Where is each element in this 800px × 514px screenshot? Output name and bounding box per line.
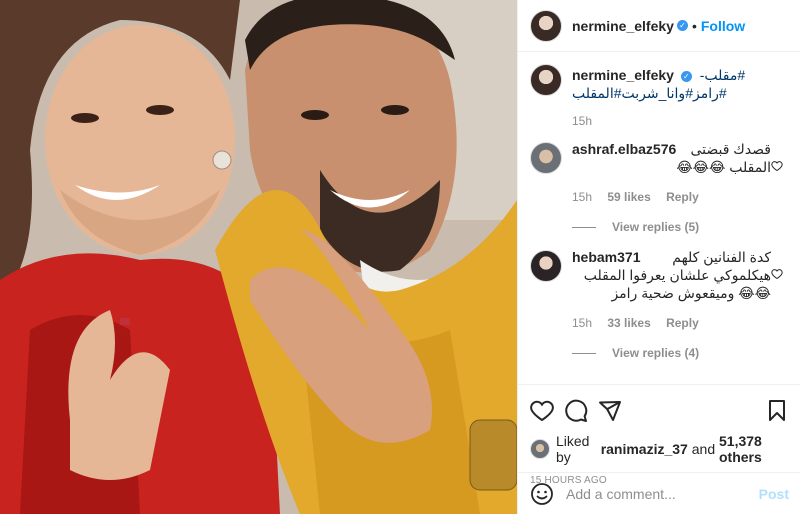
caption-hashtags[interactable]: #رامز#وانا_شربت#المقلب (572, 84, 771, 102)
likes-summary: Liked by ranimaziz_37 and 51,378 others (530, 433, 789, 465)
heart-icon[interactable] (530, 399, 554, 423)
commenter-avatar[interactable] (530, 250, 562, 282)
view-replies-label: View replies (5) (612, 220, 700, 234)
verified-badge-icon: ✓ (676, 20, 688, 31)
comment-time[interactable]: 15h (572, 190, 592, 204)
comment-likes[interactable]: 59 likes (607, 190, 650, 204)
emoji-icon[interactable] (530, 482, 554, 506)
comment-like-heart-icon[interactable] (771, 268, 783, 280)
post-photo[interactable] (0, 0, 517, 514)
comment-meta: 15h 33 likes Reply (572, 316, 771, 330)
comments-list[interactable]: nermine_elfeky ✓ -مقلب# #رامز#وانا_شربت#… (518, 62, 800, 384)
post-comment-button[interactable]: Post (759, 486, 789, 502)
caption-line: nermine_elfeky ✓ -مقلب# (572, 66, 771, 84)
comment-like-heart-icon[interactable] (771, 160, 783, 172)
commenter-username[interactable]: hebam371 (572, 249, 640, 265)
author-avatar[interactable] (530, 9, 562, 42)
caption-meta: 15h (572, 114, 771, 128)
comment-item: ashraf.elbaz576 قصدك قبضتى المقلب 😂😂😂 15… (518, 140, 800, 204)
comment-item: hebam371 كدة الفنانين كلهم هيكلموكي علشا… (518, 248, 800, 330)
comment-icon[interactable] (564, 399, 588, 423)
share-icon[interactable] (598, 399, 622, 423)
comment-head: hebam371 كدة الفنانين كلهم (572, 248, 771, 266)
caption-time[interactable]: 15h (572, 114, 592, 128)
follow-button[interactable]: Follow (701, 18, 745, 34)
view-replies-button[interactable]: View replies (4) (518, 346, 800, 360)
caption: nermine_elfeky ✓ -مقلب# #رامز#وانا_شربت#… (518, 62, 800, 128)
liker-username[interactable]: ranimaziz_37 (601, 441, 688, 457)
separator-dot: • (691, 17, 697, 34)
comment-text-line: كدة الفنانين كلهم (672, 249, 771, 265)
comment-text-line: 😂😂 وميقعوش ضحية رامز (611, 285, 771, 301)
caption-hash[interactable]: # (737, 67, 745, 83)
bookmark-icon[interactable] (765, 399, 789, 423)
add-comment-bar: Add a comment... Post (518, 472, 800, 514)
comment-meta: 15h 59 likes Reply (572, 190, 771, 204)
reply-button[interactable]: Reply (666, 190, 699, 204)
caption-hashtag-prefix[interactable]: -مقلب (700, 67, 738, 83)
caption-avatar[interactable] (530, 64, 562, 96)
replies-divider (572, 226, 596, 228)
comment-likes[interactable]: 33 likes (607, 316, 650, 330)
action-icons (530, 393, 789, 429)
caption-username[interactable]: nermine_elfeky (572, 67, 674, 83)
verified-badge-icon: ✓ (680, 70, 692, 82)
comment-text-line: المقلب 😂😂😂 (676, 159, 771, 175)
reply-button[interactable]: Reply (666, 316, 699, 330)
author-username[interactable]: nermine_elfeky (572, 18, 674, 34)
replies-divider (572, 352, 596, 354)
view-replies-label: View replies (4) (612, 346, 700, 360)
liked-by-prefix: Liked by (556, 433, 590, 465)
likes-count[interactable]: 51,378 others (719, 433, 789, 465)
post-sidebar: nermine_elfeky ✓ • Follow nermine_elfeky… (517, 0, 800, 514)
photo-illustration (0, 0, 517, 514)
commenter-avatar[interactable] (530, 142, 562, 174)
comment-text-line: هيكلموكي علشان يعرفوا المقلب (583, 267, 771, 283)
comment-input[interactable]: Add a comment... (566, 486, 759, 502)
liked-by-and: and (691, 441, 716, 457)
view-replies-button[interactable]: View replies (5) (518, 220, 800, 234)
liker-avatar[interactable] (530, 439, 550, 459)
comment-time[interactable]: 15h (572, 316, 592, 330)
post-actions: Liked by ranimaziz_37 and 51,378 others … (518, 384, 800, 486)
author-info: nermine_elfeky ✓ • Follow (572, 18, 745, 34)
comment-text-line: قصدك قبضتى (690, 141, 771, 157)
commenter-username[interactable]: ashraf.elbaz576 (572, 141, 676, 157)
comment-head: ashraf.elbaz576 قصدك قبضتى (572, 140, 771, 158)
post-header: nermine_elfeky ✓ • Follow (518, 0, 800, 52)
